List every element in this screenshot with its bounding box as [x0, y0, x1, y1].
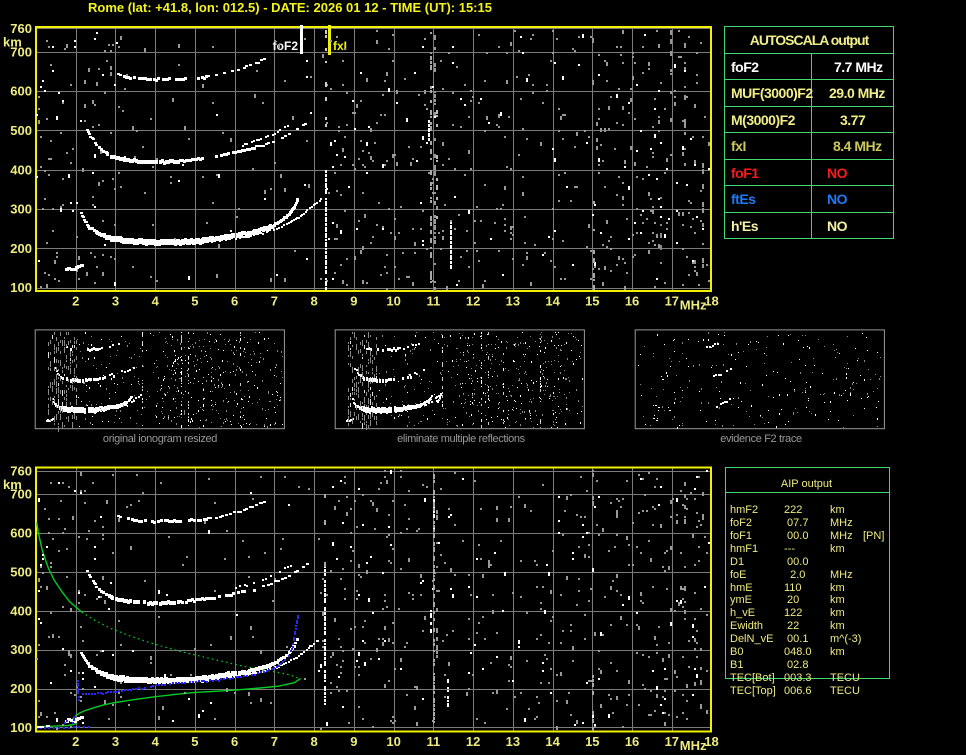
svg-text:16: 16 — [625, 294, 639, 309]
svg-text:13: 13 — [506, 734, 520, 749]
svg-text:MHz: MHz — [680, 738, 707, 753]
svg-text:9: 9 — [350, 734, 357, 749]
svg-text:3: 3 — [112, 734, 119, 749]
svg-text:600: 600 — [10, 84, 32, 99]
svg-text:500: 500 — [10, 564, 32, 579]
svg-text:400: 400 — [10, 162, 32, 177]
svg-text:km: km — [3, 34, 22, 49]
svg-text:300: 300 — [10, 202, 32, 217]
svg-text:7: 7 — [271, 734, 278, 749]
svg-text:4: 4 — [152, 294, 160, 309]
svg-text:16: 16 — [625, 734, 639, 749]
svg-text:2: 2 — [72, 734, 79, 749]
svg-text:100: 100 — [10, 720, 32, 735]
svg-text:14: 14 — [545, 734, 560, 749]
svg-text:7: 7 — [271, 294, 278, 309]
svg-text:MHz: MHz — [680, 298, 707, 313]
svg-text:15: 15 — [585, 734, 599, 749]
svg-text:8: 8 — [311, 734, 318, 749]
svg-text:400: 400 — [10, 603, 32, 618]
svg-text:15: 15 — [585, 294, 599, 309]
svg-text:5: 5 — [191, 734, 198, 749]
svg-text:9: 9 — [350, 294, 357, 309]
svg-text:13: 13 — [506, 294, 520, 309]
svg-text:6: 6 — [231, 294, 238, 309]
svg-text:11: 11 — [426, 734, 440, 749]
svg-text:300: 300 — [10, 642, 32, 657]
svg-text:3: 3 — [112, 294, 119, 309]
svg-text:5: 5 — [191, 294, 198, 309]
svg-text:500: 500 — [10, 123, 32, 138]
svg-text:2: 2 — [72, 294, 79, 309]
svg-text:8: 8 — [311, 294, 318, 309]
svg-text:12: 12 — [466, 294, 480, 309]
svg-text:10: 10 — [386, 734, 400, 749]
svg-text:foF2: foF2 — [273, 39, 299, 53]
svg-text:10: 10 — [386, 294, 400, 309]
svg-text:km: km — [3, 477, 22, 492]
svg-text:17: 17 — [665, 734, 679, 749]
svg-text:200: 200 — [10, 681, 32, 696]
svg-text:200: 200 — [10, 241, 32, 256]
svg-text:12: 12 — [466, 734, 480, 749]
svg-text:11: 11 — [426, 294, 440, 309]
svg-text:17: 17 — [665, 294, 679, 309]
svg-text:14: 14 — [545, 294, 560, 309]
svg-text:6: 6 — [231, 734, 238, 749]
svg-text:100: 100 — [10, 280, 32, 295]
svg-text:4: 4 — [152, 734, 160, 749]
svg-text:fxI: fxI — [333, 39, 347, 53]
svg-text:600: 600 — [10, 526, 32, 541]
